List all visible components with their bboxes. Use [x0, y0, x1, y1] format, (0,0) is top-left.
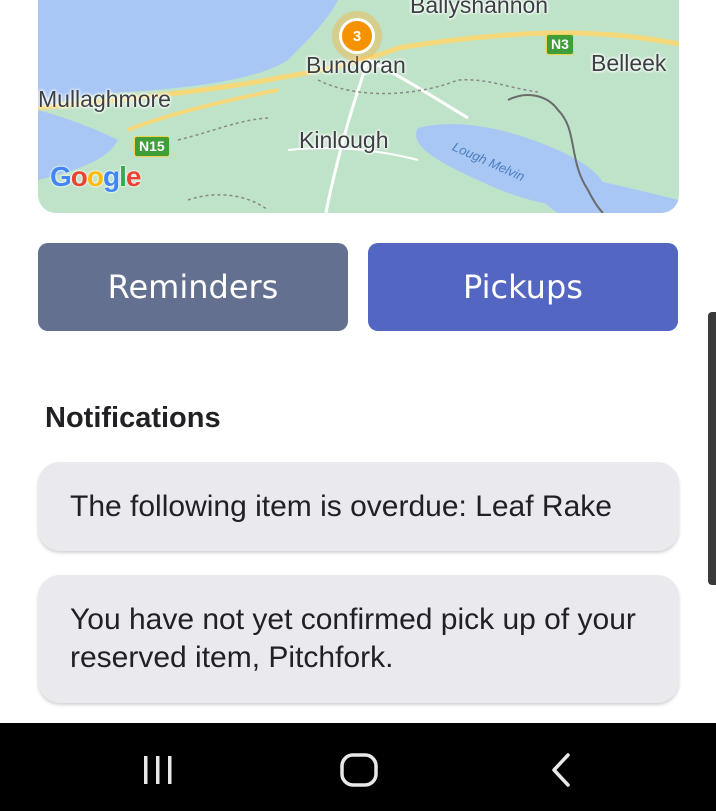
pickups-button[interactable]: Pickups [368, 243, 678, 331]
app-screen: Ballyshannon Bundoran Belleek Mullaghmor… [0, 0, 716, 811]
map-label-kinlough: Kinlough [299, 127, 389, 153]
back-icon [552, 753, 570, 787]
back-button[interactable] [531, 745, 591, 795]
google-logo: Google [50, 161, 141, 192]
road-badge-n15: N15 [134, 136, 170, 158]
map-view[interactable]: Ballyshannon Bundoran Belleek Mullaghmor… [38, 0, 679, 213]
notification-text: You have not yet confirmed pick up of yo… [70, 603, 636, 674]
map-label-ballyshannon: Ballyshannon [410, 0, 549, 18]
notification-text: The following item is overdue: Leaf Rake [70, 489, 612, 523]
notification-card[interactable]: The following item is overdue: Leaf Rake [38, 462, 679, 551]
cluster-count: 3 [339, 18, 375, 54]
road-badge-n3: N3 [546, 34, 574, 56]
reminders-button[interactable]: Reminders [38, 243, 348, 331]
map-label-mullaghmore: Mullaghmore [38, 86, 171, 112]
home-icon [340, 753, 378, 787]
home-button[interactable] [329, 745, 389, 795]
recents-icon [144, 756, 172, 784]
notifications-title: Notifications [45, 402, 221, 434]
recents-button[interactable] [128, 745, 188, 795]
system-nav-bar [0, 723, 716, 811]
map-label-belleek: Belleek [591, 50, 667, 76]
scrollbar[interactable] [708, 312, 716, 585]
map-cluster-marker[interactable]: 3 [332, 11, 382, 61]
notification-card[interactable]: You have not yet confirmed pick up of yo… [38, 575, 679, 703]
